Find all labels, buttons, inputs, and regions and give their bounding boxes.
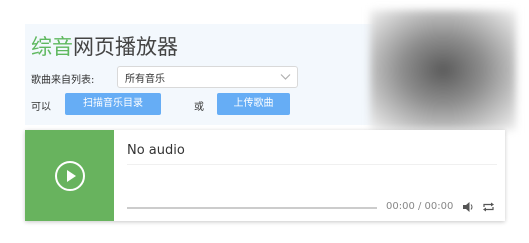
time-readout: 00:00 / 00:00 [386, 201, 454, 212]
audio-player: No audio 00:00 / 00:00 [25, 130, 505, 221]
chevron-down-icon [280, 74, 291, 80]
volume-icon[interactable] [462, 201, 474, 213]
upload-song-button[interactable]: 上传歌曲 [217, 93, 290, 115]
track-title: No audio [127, 143, 185, 158]
app-title: 综音网页播放器 [31, 32, 178, 62]
actions-or: 或 [194, 102, 204, 113]
scan-music-dir-button[interactable]: 扫描音乐目录 [65, 93, 161, 115]
actions-prefix: 可以 [31, 102, 51, 113]
play-area[interactable] [25, 130, 114, 221]
album-art [370, 10, 516, 130]
source-label: 歌曲来自列表: [31, 75, 95, 86]
playlist-select[interactable]: 所有音乐 [117, 66, 298, 88]
repeat-icon[interactable] [482, 201, 495, 213]
player-divider [127, 164, 497, 165]
play-circle-icon[interactable] [54, 160, 86, 192]
app-title-accent: 综音 [31, 35, 73, 59]
progress-bar[interactable] [127, 207, 377, 209]
app-title-rest: 网页播放器 [73, 35, 178, 59]
playlist-select-value: 所有音乐 [125, 74, 165, 85]
